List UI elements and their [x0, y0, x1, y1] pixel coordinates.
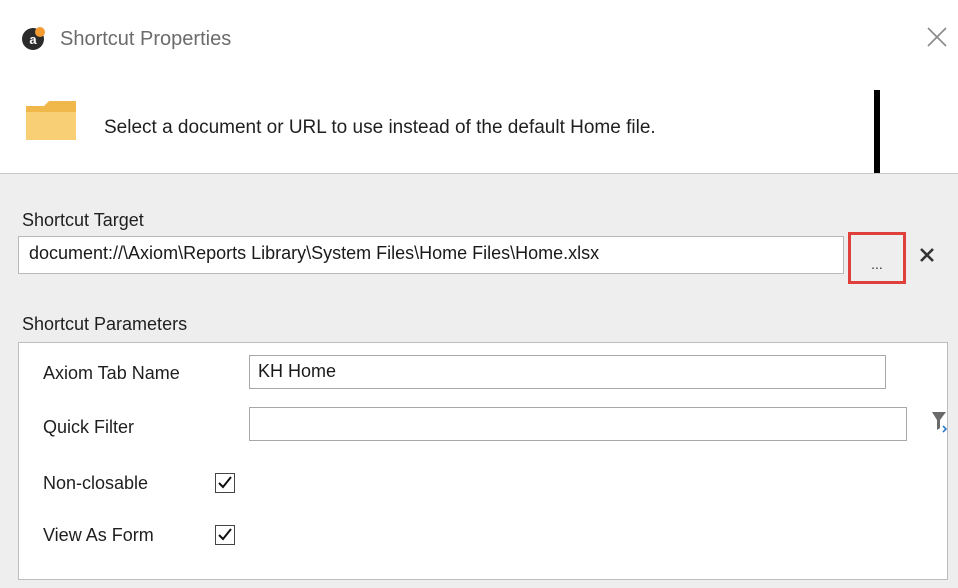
- view-as-form-checkbox[interactable]: [215, 525, 235, 545]
- close-icon[interactable]: [924, 24, 950, 50]
- clear-icon[interactable]: [918, 246, 936, 264]
- browse-button-label: ...: [871, 256, 883, 272]
- browse-button[interactable]: ...: [848, 232, 906, 284]
- instruction-text: Select a document or URL to use instead …: [104, 117, 656, 138]
- view-as-form-label: View As Form: [43, 525, 154, 545]
- dialog-body: Shortcut Target document://\Axiom\Report…: [0, 174, 958, 588]
- checkmark-icon: [218, 476, 232, 489]
- non-closable-checkbox[interactable]: [215, 473, 235, 493]
- dialog-header: Select a document or URL to use instead …: [0, 80, 958, 240]
- app-logo-icon: a: [22, 27, 45, 50]
- shortcut-parameters-panel: Axiom Tab Name KH Home Quick Filter Non-…: [18, 342, 948, 580]
- title-bar: a Shortcut Properties: [0, 0, 958, 80]
- tab-name-input[interactable]: KH Home: [249, 355, 886, 389]
- non-closable-label: Non-closable: [43, 473, 149, 493]
- quick-filter-input[interactable]: [249, 407, 907, 441]
- quick-filter-label: Quick Filter: [43, 417, 135, 437]
- shortcut-target-input[interactable]: document://\Axiom\Reports Library\System…: [18, 236, 844, 274]
- filter-icon[interactable]: [931, 409, 947, 433]
- folder-icon: [26, 101, 76, 140]
- shortcut-parameters-label: Shortcut Parameters: [22, 314, 188, 334]
- checkmark-icon: [218, 528, 232, 541]
- window-title: Shortcut Properties: [60, 28, 232, 50]
- shortcut-target-label: Shortcut Target: [22, 210, 144, 230]
- tab-name-label: Axiom Tab Name: [43, 363, 180, 383]
